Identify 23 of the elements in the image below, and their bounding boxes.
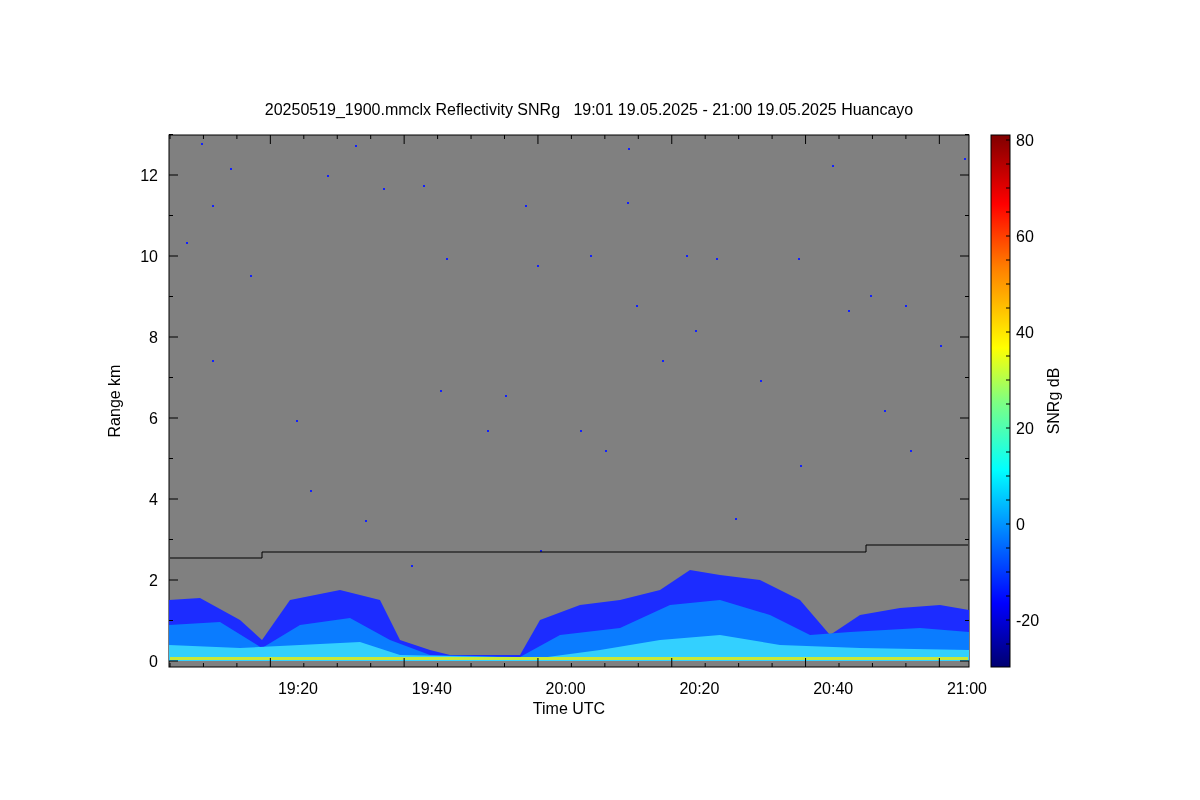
colorbar-tick-label: 0 [1016,516,1025,533]
x-tick-label: 20:40 [813,680,854,697]
y-tick-label: 10 [140,248,158,265]
colorbar-tick-label: 80 [1016,132,1034,149]
x-tick-label: 19:40 [411,680,452,697]
colorbar-tick-label: 20 [1016,420,1034,437]
x-tick-label: 20:20 [679,680,720,697]
y-axis-label: Range km [106,364,123,438]
x-axis-label: Time UTC [532,700,606,717]
x-tick-label: 21:00 [947,680,987,697]
y-tick-label: 0 [149,653,158,670]
plot-title: 20250519_1900.mmclx Reflectivity SNRg 19:01 19.05.2025 - 21:00 19.05.2025 Huancayo [264,101,914,118]
y-tick-label: 8 [149,329,158,346]
y-tick-label: 6 [149,410,158,427]
x-tick-label: 20:00 [545,680,586,697]
y-tick-label: 12 [140,167,158,184]
colorbar-label: SNRg dB [1045,367,1062,435]
colorbar-tick-label: -20 [1016,612,1040,629]
colorbar-tick-label: 40 [1016,324,1034,341]
colorbar-tick-label: 60 [1016,228,1034,245]
x-tick-label: 19:20 [278,680,318,697]
y-tick-label: 2 [149,572,158,589]
y-tick-label: 4 [149,491,158,508]
